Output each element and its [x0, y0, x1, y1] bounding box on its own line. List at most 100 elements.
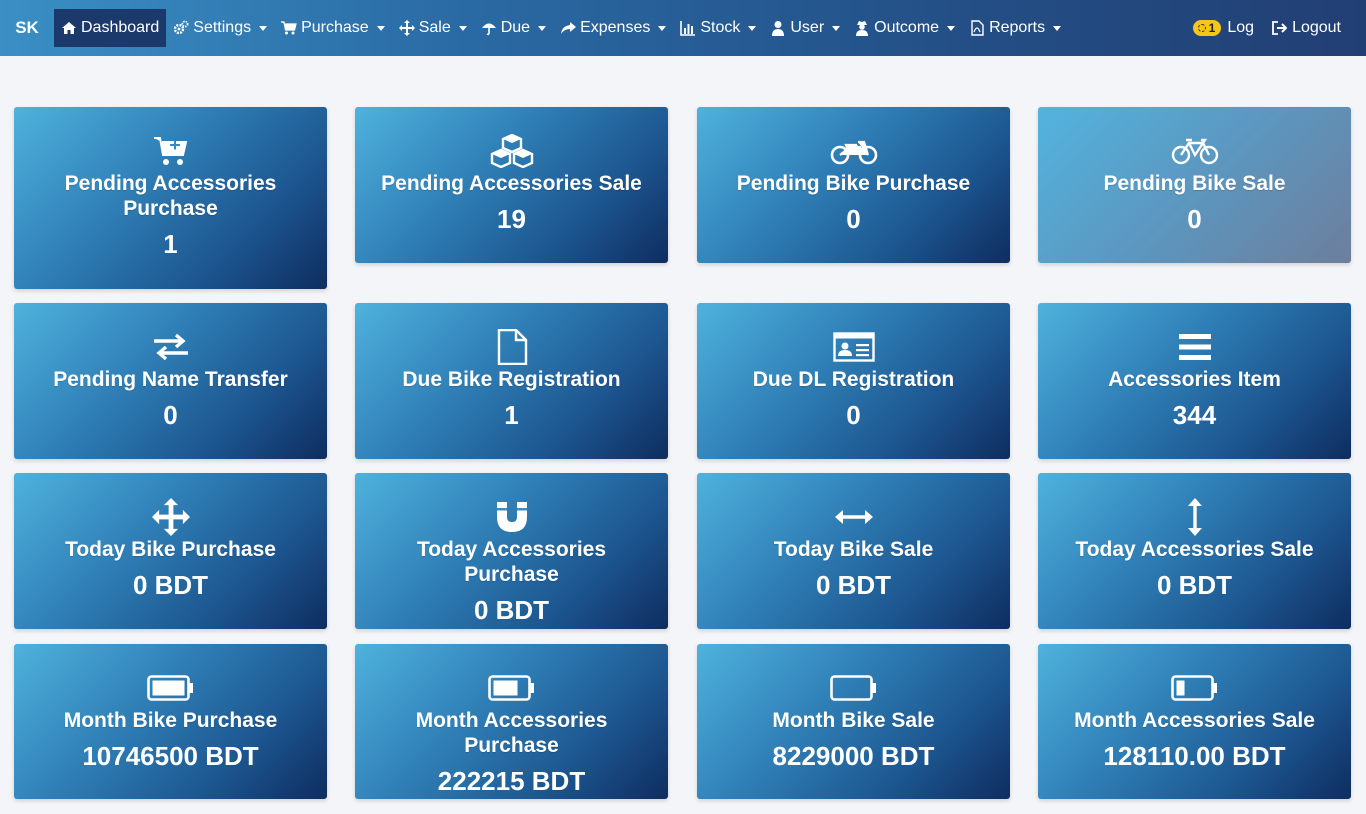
file-icon — [497, 329, 527, 365]
nav-purchase[interactable]: Purchase — [274, 9, 392, 47]
nav-dashboard[interactable]: Dashboard — [54, 9, 167, 47]
card-value: 8229000 BDT — [772, 741, 935, 771]
card-month-accessories-purchase[interactable]: Month Accessories Purchase 222215 BDT — [355, 644, 668, 799]
card-month-accessories-sale[interactable]: Month Accessories Sale 128110.00 BDT — [1038, 644, 1351, 799]
battery-three-quarters-icon — [487, 675, 534, 701]
nav-stock-label: Stock — [700, 19, 741, 36]
card-today-accessories-purchase[interactable]: Today Accessories Purchase 0 BDT — [355, 473, 668, 629]
logout-label: Logout — [1292, 19, 1341, 36]
caret-down-icon — [947, 25, 956, 31]
card-value: 0 BDT — [473, 595, 550, 625]
exchange-icon — [153, 333, 188, 361]
user-secret-icon — [856, 21, 869, 36]
bicycle-icon — [1171, 138, 1218, 165]
caret-down-icon — [376, 25, 385, 31]
nav-sale[interactable]: Sale — [392, 9, 474, 47]
battery-empty-icon — [829, 675, 876, 701]
card-month-bike-sale[interactable]: Month Bike Sale 8229000 BDT — [697, 644, 1010, 799]
card-title: Today Accessories Sale — [1075, 538, 1314, 561]
arrows-v-icon — [1187, 498, 1202, 536]
nav-outcome[interactable]: Outcome — [847, 9, 962, 47]
nav-settings-label: Settings — [193, 19, 252, 36]
card-value: 0 BDT — [1156, 570, 1233, 600]
card-pending-accessories-purchase[interactable]: Pending Accessories Purchase 1 — [14, 107, 327, 289]
nav-due[interactable]: Due — [474, 9, 553, 47]
nav-due-label: Due — [500, 19, 531, 36]
nav-user-label: User — [790, 19, 825, 36]
nav-purchase-label: Purchase — [301, 19, 369, 36]
card-due-bike-registration[interactable]: Due Bike Registration 1 — [355, 303, 668, 459]
cart-plus-icon — [153, 137, 187, 165]
card-value: 222215 BDT — [437, 766, 586, 796]
card-value: 344 — [1172, 400, 1217, 430]
nav-outcome-label: Outcome — [874, 19, 940, 36]
battery-fill — [152, 680, 184, 696]
caret-down-icon — [658, 25, 667, 31]
nav-expenses[interactable]: Expenses — [553, 9, 673, 47]
brand-logo[interactable]: SK — [0, 0, 54, 56]
file-pdf-icon — [971, 20, 984, 36]
arrows-icon — [151, 498, 190, 536]
card-today-bike-purchase[interactable]: Today Bike Purchase 0 BDT — [14, 473, 327, 629]
card-pending-bike-purchase[interactable]: Pending Bike Purchase 0 — [697, 107, 1010, 263]
nav-sale-label: Sale — [418, 19, 451, 36]
card-title: Pending Accessories Purchase — [64, 172, 277, 220]
nav-reports[interactable]: Reports — [962, 9, 1068, 47]
notification-badge: 1 — [1192, 20, 1222, 36]
card-value: 0 — [846, 400, 861, 430]
card-value: 1 — [504, 400, 519, 430]
card-today-bike-sale[interactable]: Today Bike Sale 0 BDT — [697, 473, 1010, 629]
home-icon — [62, 22, 76, 34]
nav-user[interactable]: User — [763, 9, 847, 47]
nav-expenses-label: Expenses — [580, 19, 651, 36]
card-pending-bike-sale[interactable]: Pending Bike Sale 0 — [1038, 107, 1351, 263]
top-navbar: SK Dashboard Settings Purchase Sale Due … — [0, 0, 1366, 56]
motorcycle-icon — [830, 140, 877, 165]
card-title: Today Bike Purchase — [65, 538, 276, 561]
nav-stock[interactable]: Stock — [673, 9, 763, 47]
card-title: Pending Bike Purchase — [736, 172, 971, 195]
card-title: Today Accessories Purchase — [416, 538, 607, 586]
magnet-icon — [496, 502, 527, 532]
card-value: 0 — [1187, 204, 1202, 234]
card-pending-name-transfer[interactable]: Pending Name Transfer 0 — [14, 303, 327, 459]
card-value: 0 — [846, 204, 861, 234]
caret-down-icon — [832, 25, 841, 31]
battery-fill — [1176, 680, 1184, 696]
umbrella-icon — [481, 23, 496, 36]
notification-count: 1 — [1208, 21, 1216, 35]
nav-settings[interactable]: Settings — [166, 9, 274, 47]
caret-down-icon — [748, 25, 757, 31]
cart-icon — [281, 21, 297, 35]
navbar-right: 1 Log Logout — [1186, 9, 1366, 47]
gears-icon — [174, 20, 189, 35]
spinner-icon — [1197, 24, 1206, 32]
caret-down-icon — [259, 25, 268, 31]
user-icon — [772, 21, 785, 36]
card-value: 10746500 BDT — [82, 741, 259, 771]
card-accessories-item[interactable]: Accessories Item 344 — [1038, 303, 1351, 459]
battery-fill — [493, 680, 517, 696]
caret-down-icon — [458, 25, 467, 31]
card-title: Due DL Registration — [752, 368, 955, 391]
caret-down-icon — [538, 25, 547, 31]
card-title: Today Bike Sale — [773, 538, 934, 561]
card-title: Month Bike Sale — [772, 709, 935, 732]
card-pending-accessories-sale[interactable]: Pending Accessories Sale 19 — [355, 107, 668, 263]
nav-dashboard-label: Dashboard — [81, 19, 160, 36]
card-title: Due Bike Registration — [402, 368, 621, 391]
logout-link[interactable]: Logout — [1264, 9, 1348, 47]
card-today-accessories-sale[interactable]: Today Accessories Sale 0 BDT — [1038, 473, 1351, 629]
log-link[interactable]: 1 Log — [1186, 9, 1264, 47]
card-title: Pending Bike Sale — [1103, 172, 1286, 195]
id-card-icon — [832, 332, 875, 362]
bar-chart-icon — [680, 21, 696, 36]
card-month-bike-purchase[interactable]: Month Bike Purchase 10746500 BDT — [14, 644, 327, 799]
card-title: Month Accessories Sale — [1074, 709, 1315, 732]
card-value: 0 BDT — [132, 570, 209, 600]
card-due-dl-registration[interactable]: Due DL Registration 0 — [697, 303, 1010, 459]
cubes-icon — [490, 134, 533, 168]
nav-reports-label: Reports — [989, 19, 1046, 36]
sign-out-icon — [1272, 21, 1288, 35]
caret-down-icon — [1053, 25, 1062, 31]
